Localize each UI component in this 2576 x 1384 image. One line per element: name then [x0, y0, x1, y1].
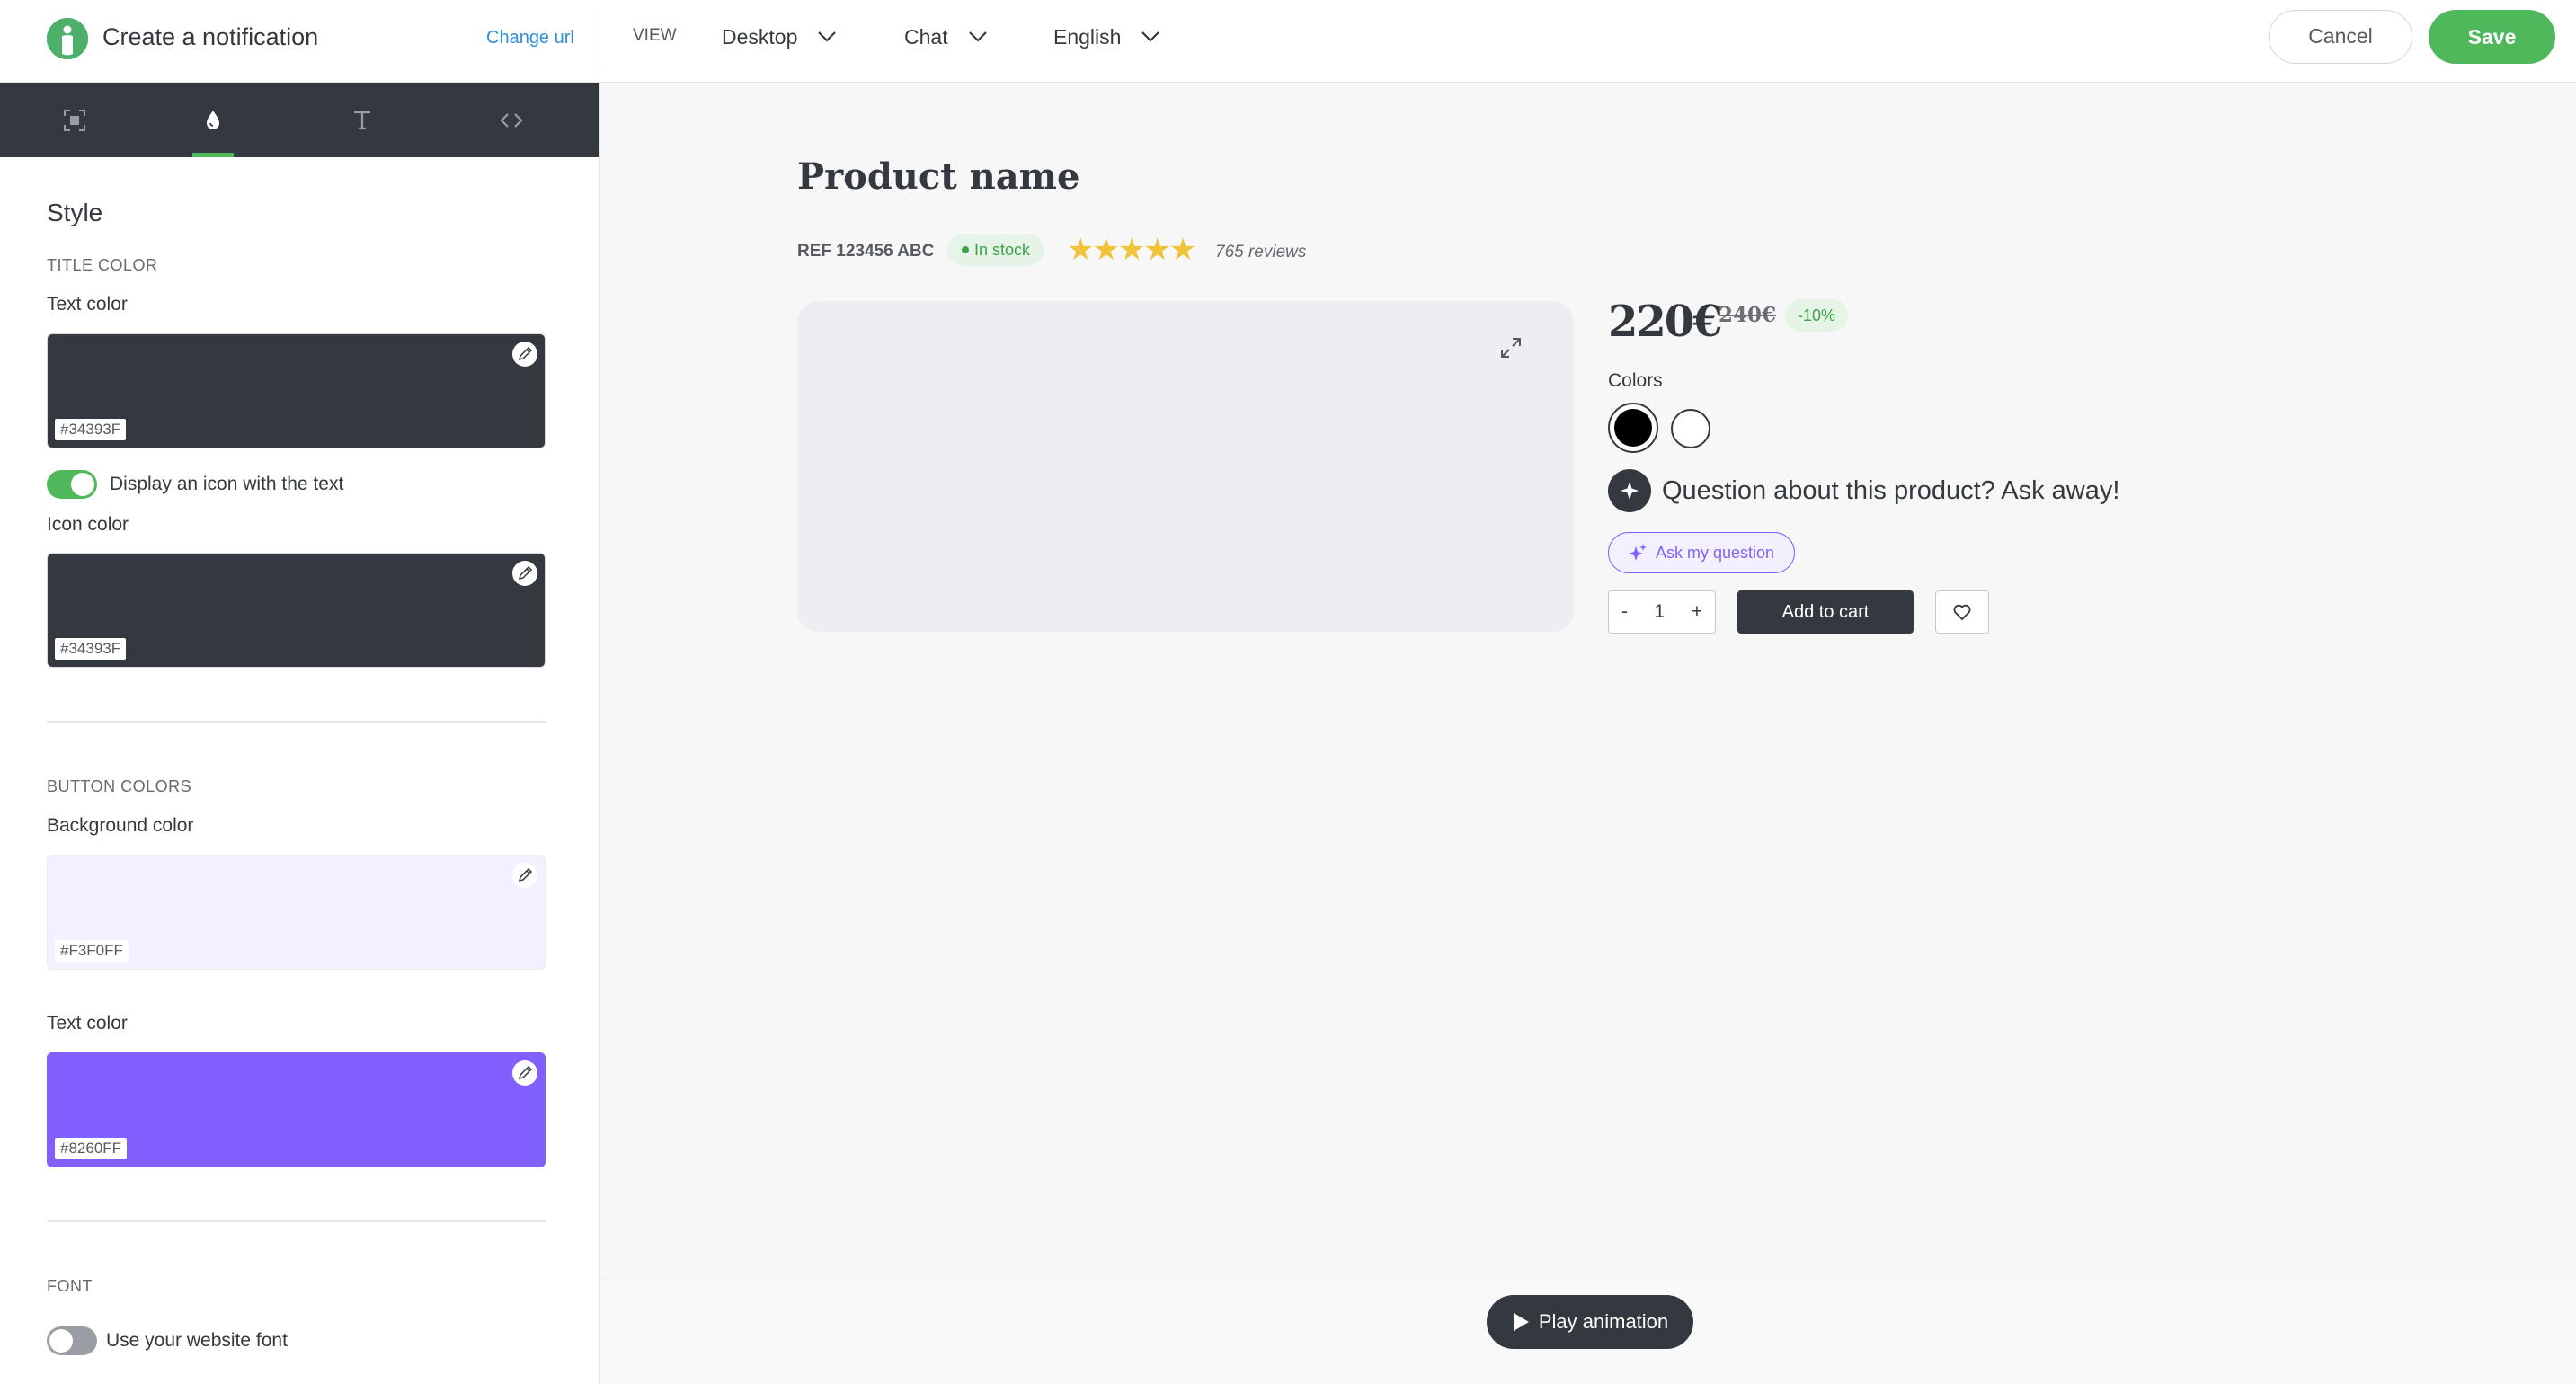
colors-label: Colors	[1608, 370, 1663, 391]
device-dropdown[interactable]: Desktop	[722, 23, 837, 50]
code-icon	[500, 112, 523, 128]
ask-question-button[interactable]: Ask my question	[1608, 532, 1796, 573]
qty-plus-button[interactable]: +	[1692, 601, 1702, 623]
language-dropdown[interactable]: English	[1053, 23, 1160, 50]
sparkle-icon	[1629, 544, 1647, 561]
text-icon	[354, 111, 370, 129]
button-colors-caption: BUTTON COLORS	[47, 777, 192, 795]
app-logo	[47, 18, 88, 59]
question-prompt: Question about this product? Ask away!	[1662, 476, 2120, 505]
stock-badge-label: In stock	[974, 241, 1031, 259]
website-font-toggle-label: Use your website font	[106, 1330, 288, 1351]
title-text-color-label: Text color	[47, 294, 128, 315]
icon-color-swatch[interactable]: #34393F	[47, 553, 546, 668]
play-animation-label: Play animation	[1538, 1310, 1669, 1333]
color-option-black[interactable]	[1608, 403, 1658, 453]
chevron-down-icon	[968, 31, 987, 42]
title-text-color-value: #34393F	[55, 419, 127, 440]
button-bg-color-label: Background color	[47, 815, 194, 836]
language-dropdown-value: English	[1053, 25, 1122, 49]
stock-badge: In stock	[947, 234, 1045, 266]
product-name: Product name	[797, 155, 1080, 198]
drop-icon	[207, 110, 219, 129]
heart-icon	[1953, 604, 1971, 621]
button-bg-color-swatch[interactable]: #F3F0FF	[47, 855, 546, 970]
chevron-down-icon	[1141, 31, 1160, 42]
sidebar-tabs	[0, 83, 599, 157]
format-dropdown-value: Chat	[904, 25, 948, 49]
quantity-stepper[interactable]: - 1 +	[1608, 590, 1716, 634]
section-divider	[47, 721, 546, 723]
qty-minus-button[interactable]: -	[1621, 601, 1628, 623]
eyedropper-icon[interactable]	[512, 863, 537, 888]
tab-code[interactable]	[437, 83, 586, 157]
tab-text[interactable]	[288, 83, 437, 157]
title-text-color-swatch[interactable]: #34393F	[47, 333, 546, 448]
section-divider	[47, 1220, 546, 1222]
style-heading: Style	[47, 199, 103, 226]
view-label: VIEW	[633, 26, 677, 45]
title-color-caption: TITLE COLOR	[47, 256, 158, 274]
play-icon	[1513, 1313, 1529, 1331]
add-to-cart-button[interactable]: Add to cart	[1737, 590, 1914, 634]
preview-area: Product name REF 123456 ABC In stock ★★★…	[600, 83, 2576, 1384]
eyedropper-icon[interactable]	[512, 561, 537, 586]
icon-color-value: #34393F	[55, 638, 127, 660]
discount-badge: -10%	[1785, 299, 1849, 332]
format-dropdown[interactable]: Chat	[904, 23, 988, 50]
font-caption: FONT	[47, 1277, 93, 1295]
button-text-color-value: #8260FF	[55, 1138, 128, 1159]
status-dot	[962, 246, 969, 253]
color-option-white[interactable]	[1671, 409, 1710, 448]
rating-stars: ★★★★★	[1067, 233, 1196, 267]
top-bar: Create a notification Change url VIEW De…	[0, 0, 2576, 83]
product-image-placeholder	[797, 301, 1574, 632]
product-old-price: 240€	[1719, 303, 1777, 327]
icon-color-label: Icon color	[47, 514, 129, 535]
display-icon-toggle[interactable]	[47, 470, 97, 499]
tab-layout[interactable]	[0, 83, 149, 157]
expand-icon[interactable]	[1498, 335, 1523, 360]
save-button[interactable]: Save	[2429, 10, 2555, 64]
cancel-button[interactable]: Cancel	[2269, 10, 2412, 64]
product-price: 220€	[1608, 297, 1723, 347]
reviews-count: 765 reviews	[1215, 243, 1307, 262]
eyedropper-icon[interactable]	[512, 342, 537, 367]
device-dropdown-value: Desktop	[722, 25, 798, 49]
tab-style[interactable]	[138, 83, 288, 157]
chevron-down-icon	[818, 31, 837, 42]
qty-value[interactable]: 1	[1655, 601, 1666, 623]
website-font-toggle[interactable]	[47, 1326, 97, 1355]
wishlist-button[interactable]	[1935, 590, 1989, 634]
sparkle-icon	[1608, 469, 1651, 512]
product-ref: REF 123456 ABC	[797, 242, 935, 261]
button-text-color-label: Text color	[47, 1013, 128, 1034]
eyedropper-icon[interactable]	[512, 1060, 537, 1086]
play-animation-button[interactable]: Play animation	[1487, 1295, 1693, 1349]
ask-question-label: Ask my question	[1656, 543, 1775, 562]
button-text-color-swatch[interactable]: #8260FF	[47, 1052, 546, 1167]
frame-icon	[64, 109, 85, 131]
change-url-link[interactable]: Change url	[486, 27, 574, 49]
button-bg-color-value: #F3F0FF	[55, 940, 129, 962]
display-icon-toggle-label: Display an icon with the text	[110, 474, 344, 494]
app-title: Create a notification	[102, 23, 319, 50]
settings-sidebar: Style TITLE COLOR Text color #34393F Dis…	[0, 83, 600, 1384]
